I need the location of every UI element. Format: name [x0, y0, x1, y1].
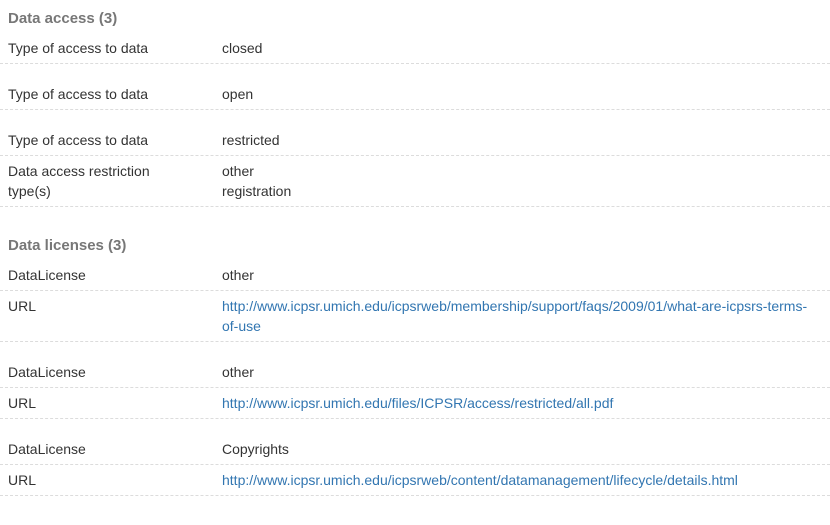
row-divider: [0, 290, 830, 291]
field-label: Type of access to data: [8, 132, 149, 148]
field-value: closed: [222, 40, 263, 56]
field-value-container: http://www.icpsr.umich.edu/files/ICPSR/a…: [222, 393, 822, 413]
field-label: Type of access to data: [8, 40, 149, 56]
field-value-container: http://www.icpsr.umich.edu/icpsrweb/memb…: [222, 296, 822, 336]
metadata-panel: Data access (3) Type of access to data c…: [0, 0, 830, 525]
field-value: restricted: [222, 132, 280, 148]
row-divider: [0, 464, 830, 465]
row-divider: [0, 155, 830, 156]
license-url-link[interactable]: http://www.icpsr.umich.edu/icpsrweb/memb…: [222, 298, 807, 334]
field-value-list: other registration: [222, 161, 822, 201]
field-label: URL: [8, 395, 37, 411]
row-divider: [0, 63, 830, 64]
field-value: registration: [222, 183, 292, 199]
row-divider: [0, 341, 830, 342]
row-divider: [0, 495, 830, 496]
field-value-container: http://www.icpsr.umich.edu/icpsrweb/cont…: [222, 470, 822, 490]
field-value: other: [222, 364, 254, 380]
row-divider: [0, 109, 830, 110]
field-value: open: [222, 86, 254, 102]
license-url-link[interactable]: http://www.icpsr.umich.edu/files/ICPSR/a…: [222, 395, 613, 411]
field-value: other: [222, 267, 254, 283]
field-label: DataLicense: [8, 441, 86, 457]
row-divider: [0, 418, 830, 419]
field-label: DataLicense: [8, 364, 86, 380]
field-label: Type of access to data: [8, 86, 149, 102]
field-label: URL: [8, 472, 37, 488]
field-value: Copyrights: [222, 441, 289, 457]
field-value: other: [222, 163, 254, 179]
field-label: DataLicense: [8, 267, 86, 283]
field-label: URL: [8, 298, 37, 314]
license-url-link[interactable]: http://www.icpsr.umich.edu/icpsrweb/cont…: [222, 472, 738, 488]
data-access-heading: Data access (3): [8, 10, 118, 27]
data-licenses-heading: Data licenses (3): [8, 237, 127, 254]
row-divider: [0, 206, 830, 207]
field-label: Data access restriction type(s): [8, 163, 150, 199]
row-divider: [0, 387, 830, 388]
